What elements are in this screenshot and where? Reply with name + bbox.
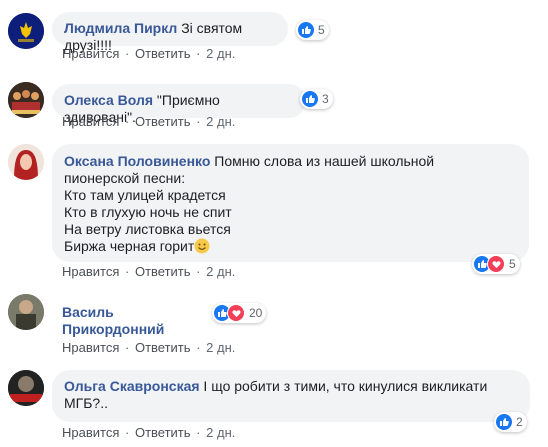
comment-bubble: Оксана Половиненко Помню слова из нашей … [52, 144, 529, 262]
comment: Людмила Пиркл Зі святом друзі!!!! 5 Нрав… [8, 12, 548, 72]
avatar[interactable] [8, 82, 44, 118]
reaction-count: 5 [318, 23, 325, 37]
reactions-summary[interactable]: 2 [494, 412, 527, 432]
comment-time[interactable]: 2 дн. [206, 114, 235, 129]
comment-line: Кто в глухую ночь не спит [64, 204, 232, 220]
like-link[interactable]: Нравится [62, 264, 119, 279]
comment-actions: Нравится · Ответить · 2 дн. [62, 264, 235, 280]
love-reaction-icon [227, 304, 245, 322]
comment-author[interactable]: Ольга Скавронская [64, 378, 200, 394]
separator: · [125, 425, 130, 440]
avatar[interactable] [8, 144, 44, 180]
comment-actions: Нравится · Ответить · 2 дн. [62, 114, 235, 130]
comment: Василь Прикордонний 20 Нравится · Ответи… [8, 294, 548, 356]
avatar[interactable] [8, 13, 44, 49]
comment-text: І що робити з тими, что кинулися виклика… [203, 378, 488, 394]
comment-author[interactable]: Василь Прикордонний [62, 304, 164, 337]
comment-author[interactable]: Людмила Пиркл [64, 20, 177, 36]
separator: · [125, 264, 130, 279]
comment: Ольга Скавронская І що робити з тими, чт… [8, 370, 548, 447]
comment-bubble: Людмила Пиркл Зі святом друзі!!!! [52, 12, 288, 53]
like-reaction-icon [496, 414, 512, 430]
comment-actions: Нравится · Ответить · 2 дн. [62, 340, 235, 356]
reaction-count: 20 [249, 306, 263, 320]
reaction-count: 5 [509, 257, 516, 271]
like-link[interactable]: Нравится [62, 340, 119, 355]
like-link[interactable]: Нравится [62, 114, 119, 129]
comment: Олекса Воля "Приємно здивовані". 3 Нрави… [8, 80, 548, 140]
reactions-summary[interactable]: 5 [472, 254, 520, 274]
reaction-count: 2 [516, 415, 523, 429]
reactions-summary[interactable]: 20 [212, 303, 267, 323]
reply-link[interactable]: Ответить [135, 46, 191, 61]
comment-actions: Нравится · Ответить · 2 дн. [62, 425, 235, 441]
reply-link[interactable]: Ответить [135, 340, 191, 355]
separator: · [125, 340, 130, 355]
comment-time[interactable]: 2 дн. [206, 264, 235, 279]
comment-bubble: Олекса Воля "Приємно здивовані". [52, 84, 306, 125]
reply-link[interactable]: Ответить [135, 114, 191, 129]
comment-author[interactable]: Олекса Воля [64, 92, 153, 108]
comment-line: пионерской песни: [64, 170, 186, 186]
comment-line: МГБ?.. [64, 395, 108, 411]
avatar[interactable] [8, 370, 44, 406]
avatar[interactable] [8, 294, 44, 330]
separator: · [196, 264, 201, 279]
comment-time[interactable]: 2 дн. [206, 340, 235, 355]
comment-bubble: Ольга Скавронская І що робити з тими, чт… [52, 370, 530, 422]
comment-time[interactable]: 2 дн. [206, 425, 235, 440]
separator: · [125, 46, 130, 61]
comment-bubble: Василь Прикордонний [52, 296, 222, 337]
comment-line: Биржа черная горит [64, 238, 195, 254]
like-reaction-icon [302, 91, 318, 107]
comment-text: Оксана Половиненко Помню слова из нашей … [64, 153, 517, 170]
comment: Оксана Половиненко Помню слова из нашей … [8, 144, 548, 284]
reaction-count: 3 [322, 92, 329, 106]
reply-link[interactable]: Ответить [135, 425, 191, 440]
separator: · [196, 425, 201, 440]
reactions-summary[interactable]: 5 [296, 20, 329, 40]
comment-line: На ветру листовка вьется [64, 221, 231, 237]
like-reaction-icon [298, 22, 314, 38]
love-reaction-icon [487, 255, 505, 273]
reply-link[interactable]: Ответить [135, 264, 191, 279]
comment-line-with-emoji: Биржа черная горит [64, 238, 517, 258]
comment-actions: Нравится · Ответить · 2 дн. [62, 46, 235, 62]
comment-author[interactable]: Оксана Половиненко [64, 153, 210, 169]
comment-line: Кто там улицей крадется [64, 187, 226, 203]
like-link[interactable]: Нравится [62, 46, 119, 61]
separator: · [196, 114, 201, 129]
comment-time[interactable]: 2 дн. [206, 46, 235, 61]
like-link[interactable]: Нравится [62, 425, 119, 440]
separator: · [196, 46, 201, 61]
smile-emoji-icon [194, 238, 210, 258]
comment-line: Помню слова из нашей школьной [214, 153, 435, 169]
reactions-summary[interactable]: 3 [300, 89, 333, 109]
separator: · [125, 114, 130, 129]
separator: · [196, 340, 201, 355]
